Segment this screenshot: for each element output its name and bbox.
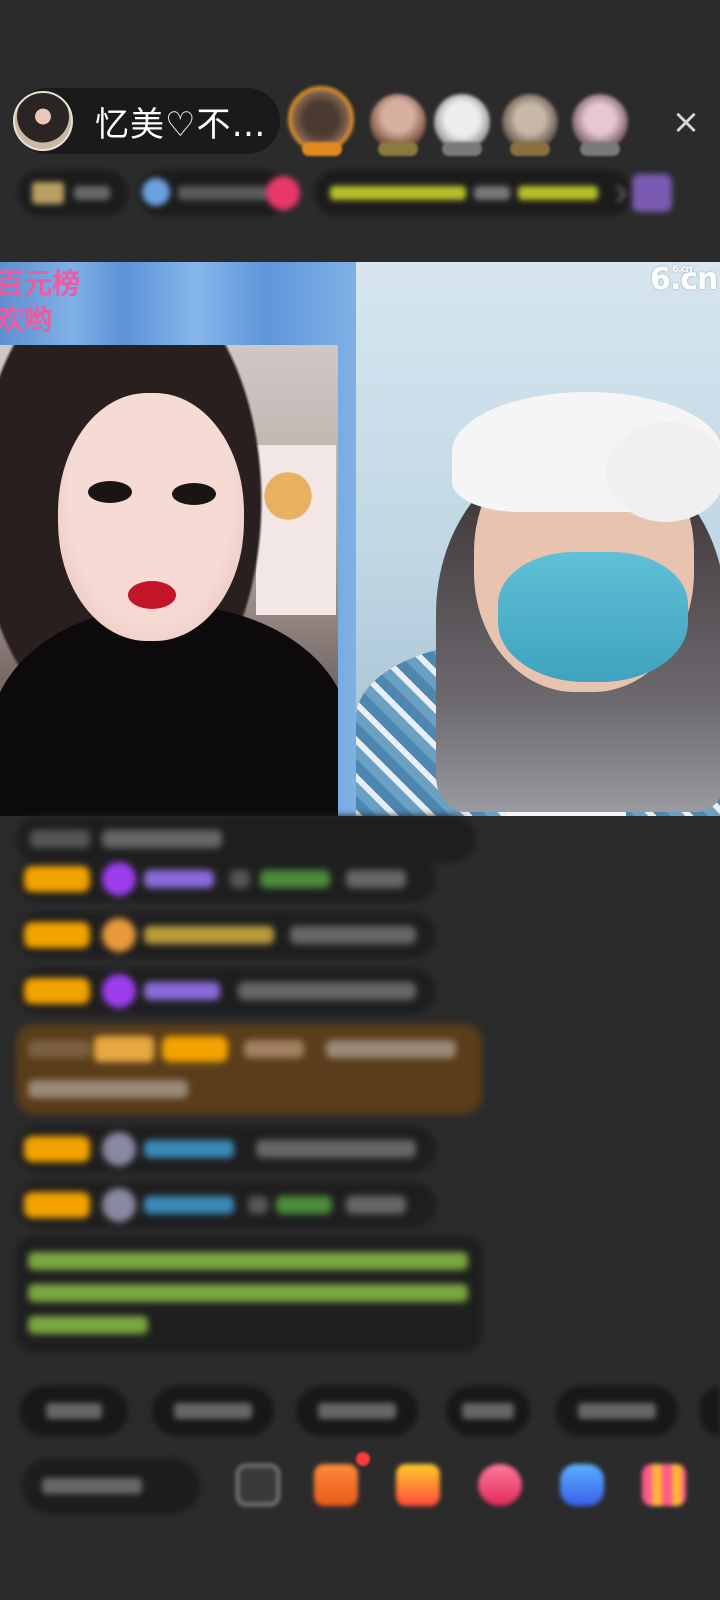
hot-icon[interactable] [266,176,300,210]
host-avatar[interactable] [13,91,73,151]
chat-message[interactable] [16,1182,436,1228]
level-badge [24,866,90,892]
more-grid-icon[interactable] [642,1464,686,1506]
host-name: 忆美♡不… [95,104,267,145]
chat-message[interactable] [16,1126,436,1172]
quick-reply-chip[interactable] [152,1386,274,1436]
video-overlay-text: 百元榜 欢哟 [0,267,81,336]
viewer-rank-badge [302,142,342,156]
emoji-icon[interactable] [236,1464,280,1506]
diamond-icon [102,862,136,896]
viewer-rank-badge [580,142,620,156]
chat-message[interactable] [16,912,436,958]
face-mask [498,552,688,682]
guest-video-right[interactable] [356,262,720,816]
badge-icon [102,1188,136,1222]
level-icon [32,182,64,204]
chat-message[interactable] [16,968,436,1014]
host-portrait-image [0,345,338,816]
notification-dot [356,1452,370,1466]
badge-icon [102,1132,136,1166]
chat-message[interactable] [16,856,436,902]
room-tags-row [18,170,702,216]
level-badge [24,1192,90,1218]
heart-icon[interactable] [478,1464,522,1506]
quick-reply-chip[interactable] [700,1386,720,1436]
quick-reply-chip[interactable] [556,1386,678,1436]
viewer-rank-badge [378,142,418,156]
chat-message-highlight[interactable] [16,1024,482,1114]
tag-text [74,186,110,200]
portrait-lips [128,581,176,609]
gift-tag-icon[interactable] [632,174,672,212]
host-info-pill[interactable]: 忆美♡不… [13,88,280,154]
game-controller-icon[interactable] [560,1464,604,1506]
close-icon[interactable]: × [668,104,704,140]
quick-reply-chip[interactable] [20,1386,128,1436]
portrait-eye [88,481,132,503]
tag-text [518,186,598,200]
level-badge [24,978,90,1004]
chat-message-list [0,816,720,1376]
platform-watermark: 6.cn 6.cn [650,262,718,297]
quick-reply-chip[interactable] [446,1386,530,1436]
tag-icon [142,178,170,206]
viewer-rank-badge [442,142,482,156]
level-badge [24,922,90,948]
viewer-rank-badge [510,142,550,156]
portrait-eye [172,483,216,505]
host-video-left[interactable]: 百元榜 欢哟 [0,262,356,816]
diamond-icon [102,974,136,1008]
gift-box-icon[interactable] [314,1464,358,1506]
gift-bag-icon[interactable] [396,1464,440,1506]
tag-text [474,186,510,200]
tag-text [178,186,268,200]
level-badge [162,1036,228,1062]
level-badge [24,1136,90,1162]
quick-reply-chip[interactable] [296,1386,418,1436]
chat-input[interactable] [22,1458,200,1514]
badge-icon [102,918,136,952]
tag-text [330,186,466,200]
system-notice [16,1236,482,1352]
cap-brim [606,422,720,522]
